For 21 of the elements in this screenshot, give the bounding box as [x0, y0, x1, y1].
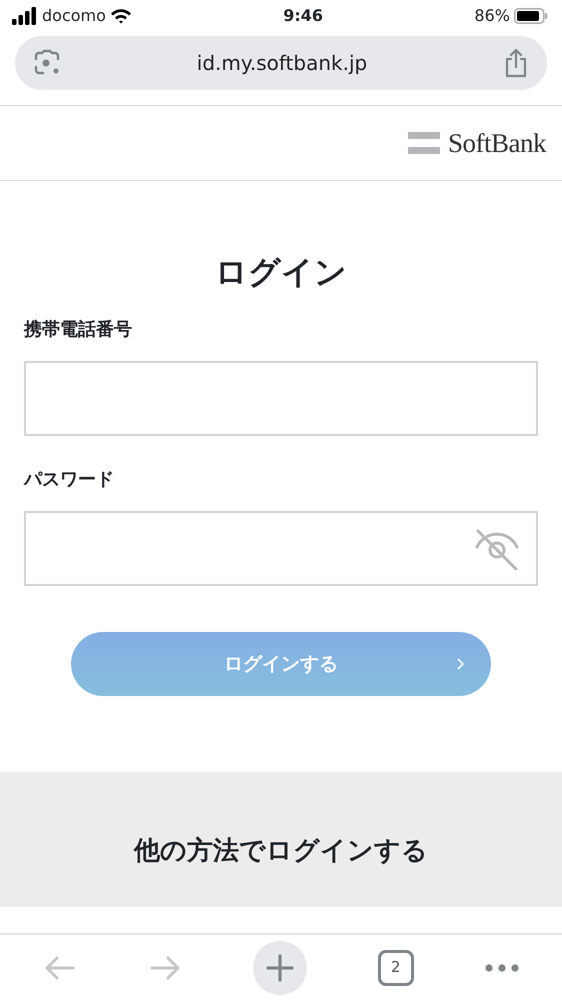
- tab-count-button[interactable]: 2: [378, 950, 414, 986]
- plus-icon: [266, 954, 294, 982]
- field-label: パスワード: [24, 468, 115, 492]
- page-title: ログイン: [214, 253, 348, 292]
- phone-field[interactable]: [24, 361, 538, 436]
- battery-icon: [514, 8, 548, 24]
- field-label: 携帯電話番号: [24, 318, 133, 342]
- hide-password-icon[interactable]: [474, 528, 520, 570]
- url-text[interactable]: id.my.softbank.jp: [196, 48, 368, 78]
- section-title: 他の方法でログインする: [134, 836, 428, 868]
- more-icon[interactable]: [484, 964, 519, 972]
- wifi-icon: [110, 8, 132, 24]
- chevron-icon: [456, 658, 465, 670]
- password-field[interactable]: [24, 511, 538, 586]
- logo-bars-icon: [408, 132, 440, 154]
- signal-icon: [12, 7, 38, 25]
- logo-text: SoftBank: [448, 126, 546, 160]
- camera-icon[interactable]: [33, 49, 61, 77]
- carrier-name: docomo: [42, 5, 106, 27]
- clock: 9:46: [283, 5, 324, 27]
- battery-percent: 86%: [474, 5, 510, 27]
